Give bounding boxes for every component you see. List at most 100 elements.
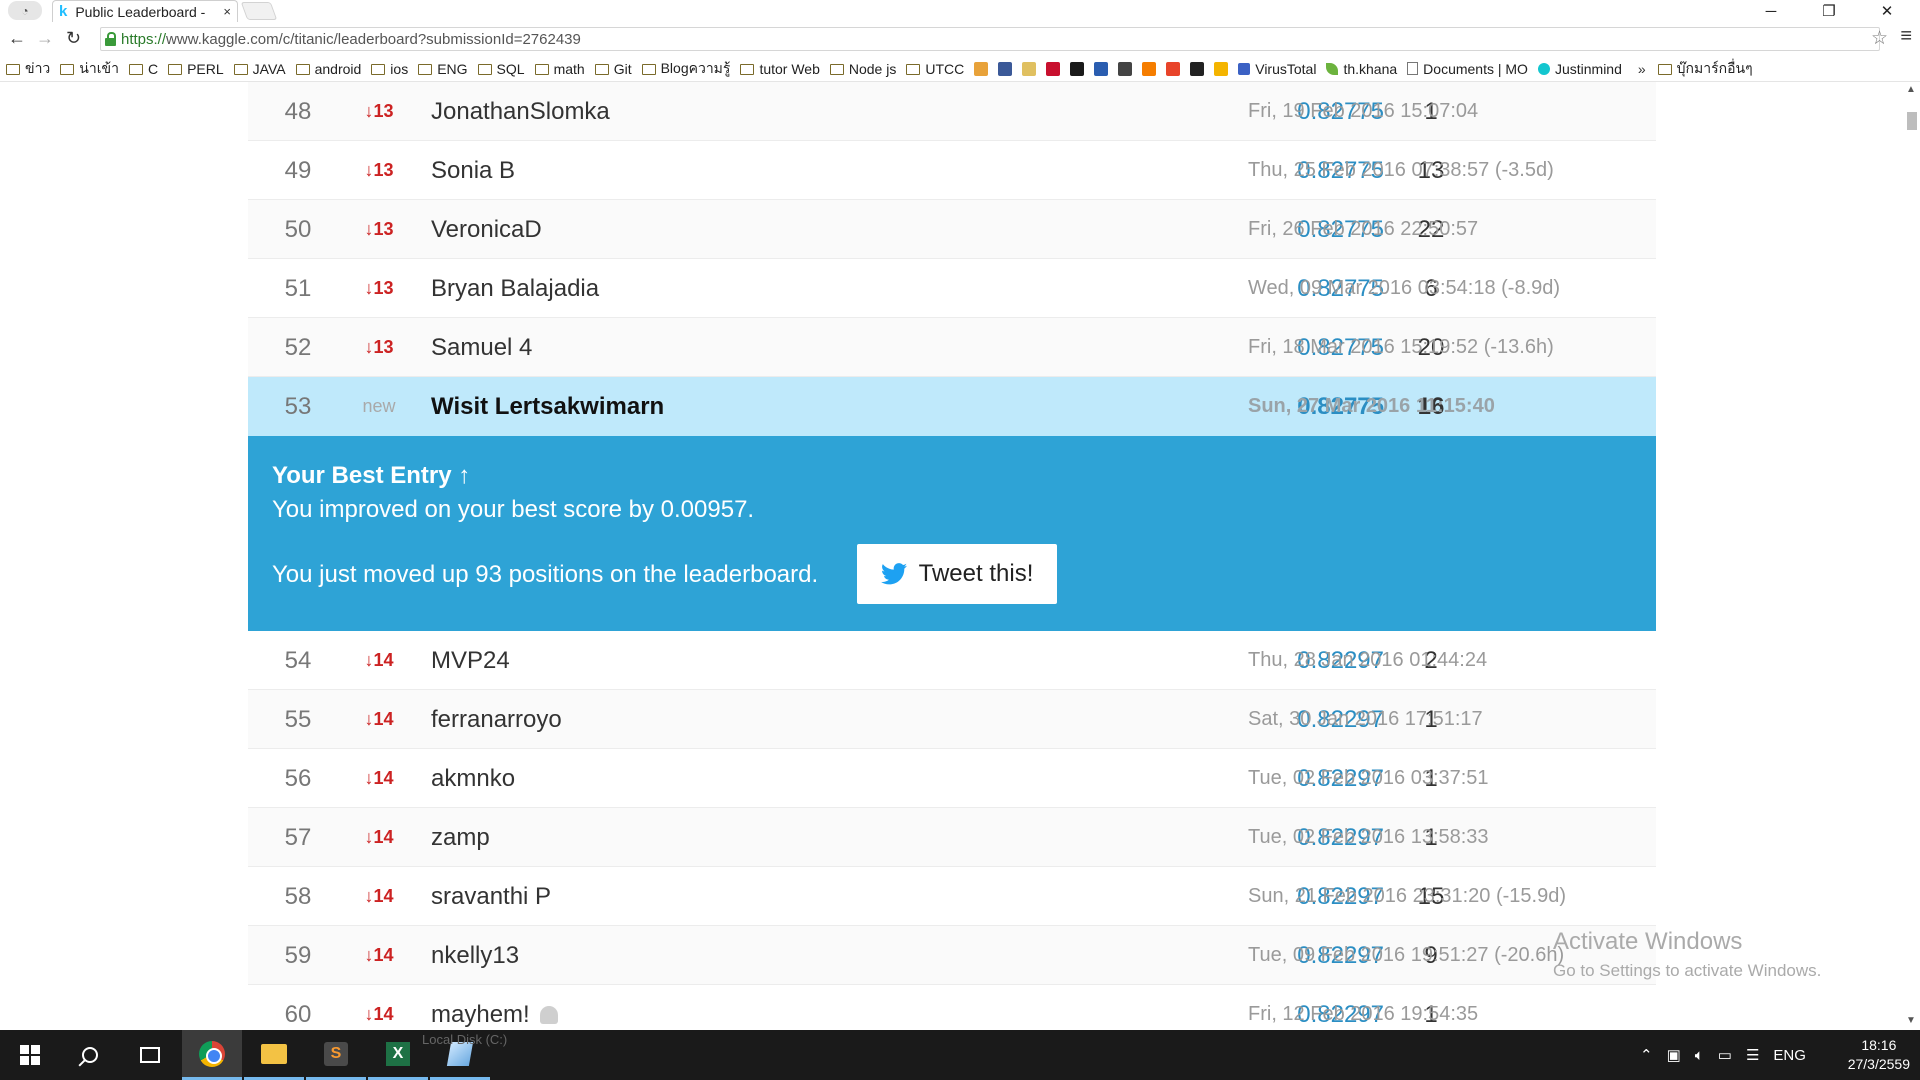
team-name-link[interactable]: JonathanSlomka <box>431 82 610 141</box>
last-submission-cell: Thu, 25 Feb 2016 07:38:57 (-3.5d) <box>1248 141 1554 200</box>
imdb-icon[interactable] <box>1070 61 1085 76</box>
url-path: www.kaggle.com/c/titanic/leaderboard?sub… <box>166 30 581 48</box>
bookmark-folder[interactable]: Blogความรู้ <box>641 58 730 80</box>
leaderboard-row: 51 ↓13 Bryan Balajadia 0.82775 6 Wed, 09 Mar … <box>248 259 1656 318</box>
bookmark-folder[interactable]: android <box>295 61 361 77</box>
bookmark-label: PERL <box>187 60 224 77</box>
scroll-up-icon[interactable]: ▲ <box>1906 84 1916 95</box>
taskbar-chrome[interactable] <box>182 1030 242 1080</box>
x-icon[interactable] <box>1190 61 1205 76</box>
team-name-link[interactable]: akmnko <box>431 749 515 808</box>
network-warning-icon[interactable]: ▣ <box>1667 1046 1681 1064</box>
hand-icon[interactable] <box>974 61 989 76</box>
bookmark-link[interactable]: Justinmind <box>1537 61 1622 77</box>
t-icon[interactable] <box>1166 61 1181 76</box>
bookmark-link[interactable]: Documents | MO <box>1407 61 1528 77</box>
bookmark-link[interactable]: th.khana <box>1326 61 1397 77</box>
team-name-link[interactable]: Bryan Balajadia <box>431 259 599 318</box>
rank-cell: 59 <box>248 926 348 985</box>
profile-icon[interactable]: ◔ <box>8 1 42 20</box>
team-name-link[interactable]: zamp <box>431 808 490 867</box>
my-leaderboard-row: 53 new Wisit Lertsakwimarn 0.82775 16 Sun, 27… <box>248 377 1656 436</box>
bookmark-label: บุ๊กมาร์กอื่นๆ <box>1676 59 1753 76</box>
browser-tab[interactable]: k Public Leaderboard - × <box>52 0 238 22</box>
bookmark-folder[interactable]: math <box>534 61 585 77</box>
start-button[interactable] <box>0 1030 60 1080</box>
folder-icon <box>641 64 656 75</box>
bookmarks-overflow-button[interactable]: » <box>1638 61 1646 77</box>
tray-chevron-icon[interactable]: ⌃ <box>1640 1046 1653 1064</box>
team-name-link[interactable]: mayhem! <box>431 985 558 1028</box>
battery-icon[interactable]: ▭ <box>1718 1046 1732 1064</box>
newspaper-icon[interactable] <box>1094 61 1109 76</box>
team-name-link[interactable]: MVP24 <box>431 631 510 690</box>
restore-button[interactable]: ❐ <box>1800 0 1858 22</box>
team-name-link[interactable]: Sonia B <box>431 141 515 200</box>
tweet-button[interactable]: Tweet this! <box>857 544 1057 604</box>
bookmark-folder[interactable]: JAVA <box>233 61 286 77</box>
scroll-down-icon[interactable]: ▼ <box>1906 1015 1916 1026</box>
smiley-icon[interactable] <box>1022 61 1037 76</box>
bookmark-folder[interactable]: ENG <box>418 61 468 77</box>
bookmark-link[interactable]: VirusTotal <box>1238 61 1316 77</box>
task-view-button[interactable] <box>120 1030 180 1080</box>
bookmark-folder[interactable]: PERL <box>168 61 224 77</box>
last-submission-cell-text: Thu, 28 Jan 2016 01:44:24 <box>1248 649 1488 671</box>
team-name-link[interactable]: Wisit Lertsakwimarn <box>431 377 664 436</box>
reload-button[interactable]: ↻ <box>66 28 81 49</box>
url-field[interactable]: https://www.kaggle.com/c/titanic/leaderb… <box>100 27 1880 51</box>
team-name-link[interactable]: sravanthi P <box>431 867 551 926</box>
clock[interactable]: 18:16 27/3/2559 <box>1848 1036 1910 1074</box>
volume-icon[interactable]: 🔈︎ <box>1695 1047 1704 1064</box>
search-button[interactable] <box>60 1030 120 1080</box>
taskbar-explorer[interactable] <box>244 1030 304 1080</box>
team-name-link[interactable]: nkelly13 <box>431 926 519 985</box>
leaderboard-row: 57 ↓14 zamp 0.82297 1 Tue, 02 Feb 2016 13:58:… <box>248 808 1656 867</box>
close-window-button[interactable]: ✕ <box>1858 0 1916 22</box>
bookmark-folder[interactable]: UTCC <box>906 61 964 77</box>
bookmark-label: tutor Web <box>759 60 820 77</box>
back-button[interactable]: ← <box>8 28 26 49</box>
blogger-icon[interactable] <box>1142 61 1157 76</box>
taskbar-sublime[interactable]: S <box>306 1030 366 1080</box>
chrome-menu-icon[interactable]: ≡ <box>1900 25 1912 48</box>
bookmark-star-icon[interactable]: ☆ <box>1871 27 1888 50</box>
page-scrollbar[interactable]: ▲ ▼ <box>1903 82 1920 1028</box>
spider-icon[interactable] <box>1118 61 1133 76</box>
bookmark-folder[interactable]: SQL <box>477 61 525 77</box>
rank-change-cell: ↓13 <box>348 200 410 259</box>
team-name-link[interactable]: VeronicaD <box>431 200 542 259</box>
bookmark-folder[interactable]: ios <box>371 61 408 77</box>
facebook-icon[interactable] <box>998 61 1013 76</box>
bookmark-folder[interactable]: Node js <box>829 61 896 77</box>
other-bookmarks[interactable]: บุ๊กมาร์กอื่นๆ <box>1657 58 1753 80</box>
last-submission-cell-text: Tue, 02 Feb 2016 03:37:51 <box>1248 767 1489 789</box>
thai-flag-icon[interactable] <box>1046 61 1061 76</box>
watermark-line2: Go to Settings to activate Windows. <box>1553 961 1822 980</box>
minimize-button[interactable]: ─ <box>1742 0 1800 22</box>
last-submission-cell: Fri, 19 Feb 2016 15:07:04 <box>1248 82 1478 141</box>
bookmark-folder[interactable]: Git <box>594 61 632 77</box>
sun-icon[interactable] <box>1214 61 1229 76</box>
rank-change-cell-text: ↓14 <box>364 768 394 788</box>
taskbar-excel[interactable]: X <box>368 1030 428 1080</box>
team-name-link[interactable]: ferranarroyo <box>431 690 562 749</box>
scroll-thumb[interactable] <box>1907 112 1917 130</box>
bookmark-folder[interactable]: น่าเข้า <box>60 58 119 80</box>
tab-close-icon[interactable]: × <box>223 4 231 19</box>
bookmark-folder[interactable]: ข่าว <box>6 58 50 80</box>
rank-cell-text: 55 <box>284 705 312 733</box>
bookmark-folder[interactable]: C <box>128 60 159 77</box>
rank-change-cell: ↓13 <box>348 259 410 318</box>
chrome-icon <box>199 1040 225 1067</box>
language-indicator[interactable]: ENG <box>1773 1047 1806 1064</box>
new-tab-button[interactable] <box>240 2 278 20</box>
team-name-link[interactable]: Samuel 4 <box>431 318 532 377</box>
leaderboard-row: 49 ↓13 Sonia B 0.82775 13 Thu, 25 Feb 2016 07… <box>248 141 1656 200</box>
bookmark-label: C <box>147 60 159 77</box>
rank-change-cell-text: ↓14 <box>364 945 394 965</box>
action-center-icon[interactable]: ☰ <box>1746 1046 1759 1064</box>
forward-button[interactable]: → <box>36 28 54 49</box>
folder-icon <box>534 64 549 75</box>
bookmark-folder[interactable]: tutor Web <box>740 60 820 77</box>
